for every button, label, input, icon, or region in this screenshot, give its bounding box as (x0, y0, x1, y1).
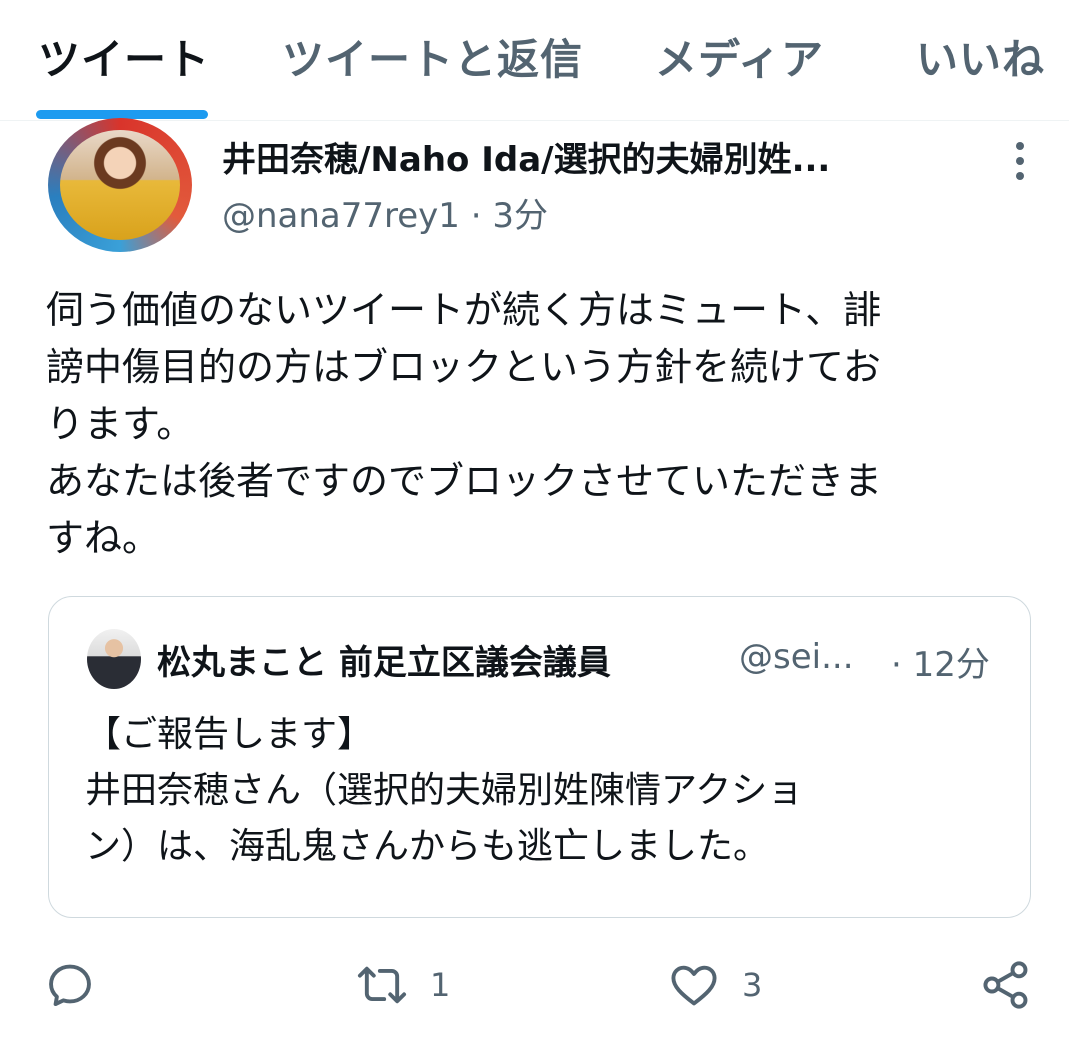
tweet-line: ります。 (46, 402, 195, 446)
quoted-tweet[interactable]: 松丸まこと 前足立区議会議員 @sei... · 12分 【ご報告します】 井田… (48, 596, 1031, 918)
tab-tweets-and-replies[interactable]: ツイートと返信 (282, 26, 583, 87)
tweet-line: すね。 (46, 516, 161, 560)
retweet-icon (357, 966, 407, 1004)
quoted-display-name: 松丸まこと 前足立区議会議員 (157, 643, 611, 683)
tweet-line: 謗中傷目的の方はブロックという方針を続けてお (46, 345, 881, 389)
handle-line: @nana77rey1 · 3分 (222, 188, 548, 237)
tab-likes[interactable]: いいね (916, 26, 1045, 87)
quoted-avatar (87, 629, 141, 689)
quoted-line: 井田奈穂さん（選択的夫婦別姓陳情アクショ (85, 770, 804, 811)
tweet-timestamp[interactable]: 3分 (492, 196, 548, 236)
reply-icon (49, 964, 91, 1007)
retweet-count: 1 (430, 966, 451, 1004)
share-button[interactable] (980, 958, 1032, 1012)
avatar-photo (60, 130, 180, 240)
separator-dot: · (470, 196, 482, 236)
quoted-line: 【ご報告します】 (85, 714, 374, 755)
share-icon (983, 961, 1028, 1009)
heart-icon (671, 965, 717, 1006)
quoted-timestamp: · 12分 (891, 645, 990, 685)
quoted-handle: @sei... (739, 637, 854, 677)
avatar[interactable] (48, 118, 192, 252)
tweet-line: 伺う価値のないツイートが続く方はミュート、誹 (46, 288, 882, 332)
tab-media[interactable]: メディア (655, 26, 824, 87)
like-count: 3 (742, 966, 763, 1004)
more-options-icon[interactable] (1010, 140, 1030, 182)
tab-tweets[interactable]: ツイート (38, 26, 210, 87)
quoted-line: ン）は、海乱鬼さんからも逃亡しました。 (85, 826, 770, 867)
display-name[interactable]: 井田奈穂/Naho Ida/選択的夫婦別姓... (222, 132, 830, 181)
user-handle[interactable]: @nana77rey1 (222, 196, 460, 236)
retweet-button[interactable]: 1 (356, 958, 450, 1012)
profile-tabs: ツイート ツイートと返信 メディア いいね (0, 0, 1069, 121)
reply-button[interactable] (44, 958, 96, 1012)
tweet-line: あなたは後者ですのでブロックさせていただきま (46, 459, 883, 503)
quoted-text: 【ご報告します】 井田奈穂さん（選択的夫婦別姓陳情アクショ ン）は、海乱鬼さんか… (85, 707, 985, 875)
like-button[interactable]: 3 (668, 958, 762, 1012)
tweet-text: 伺う価値のないツイートが続く方はミュート、誹 謗中傷目的の方はブロックという方針… (46, 282, 1006, 567)
